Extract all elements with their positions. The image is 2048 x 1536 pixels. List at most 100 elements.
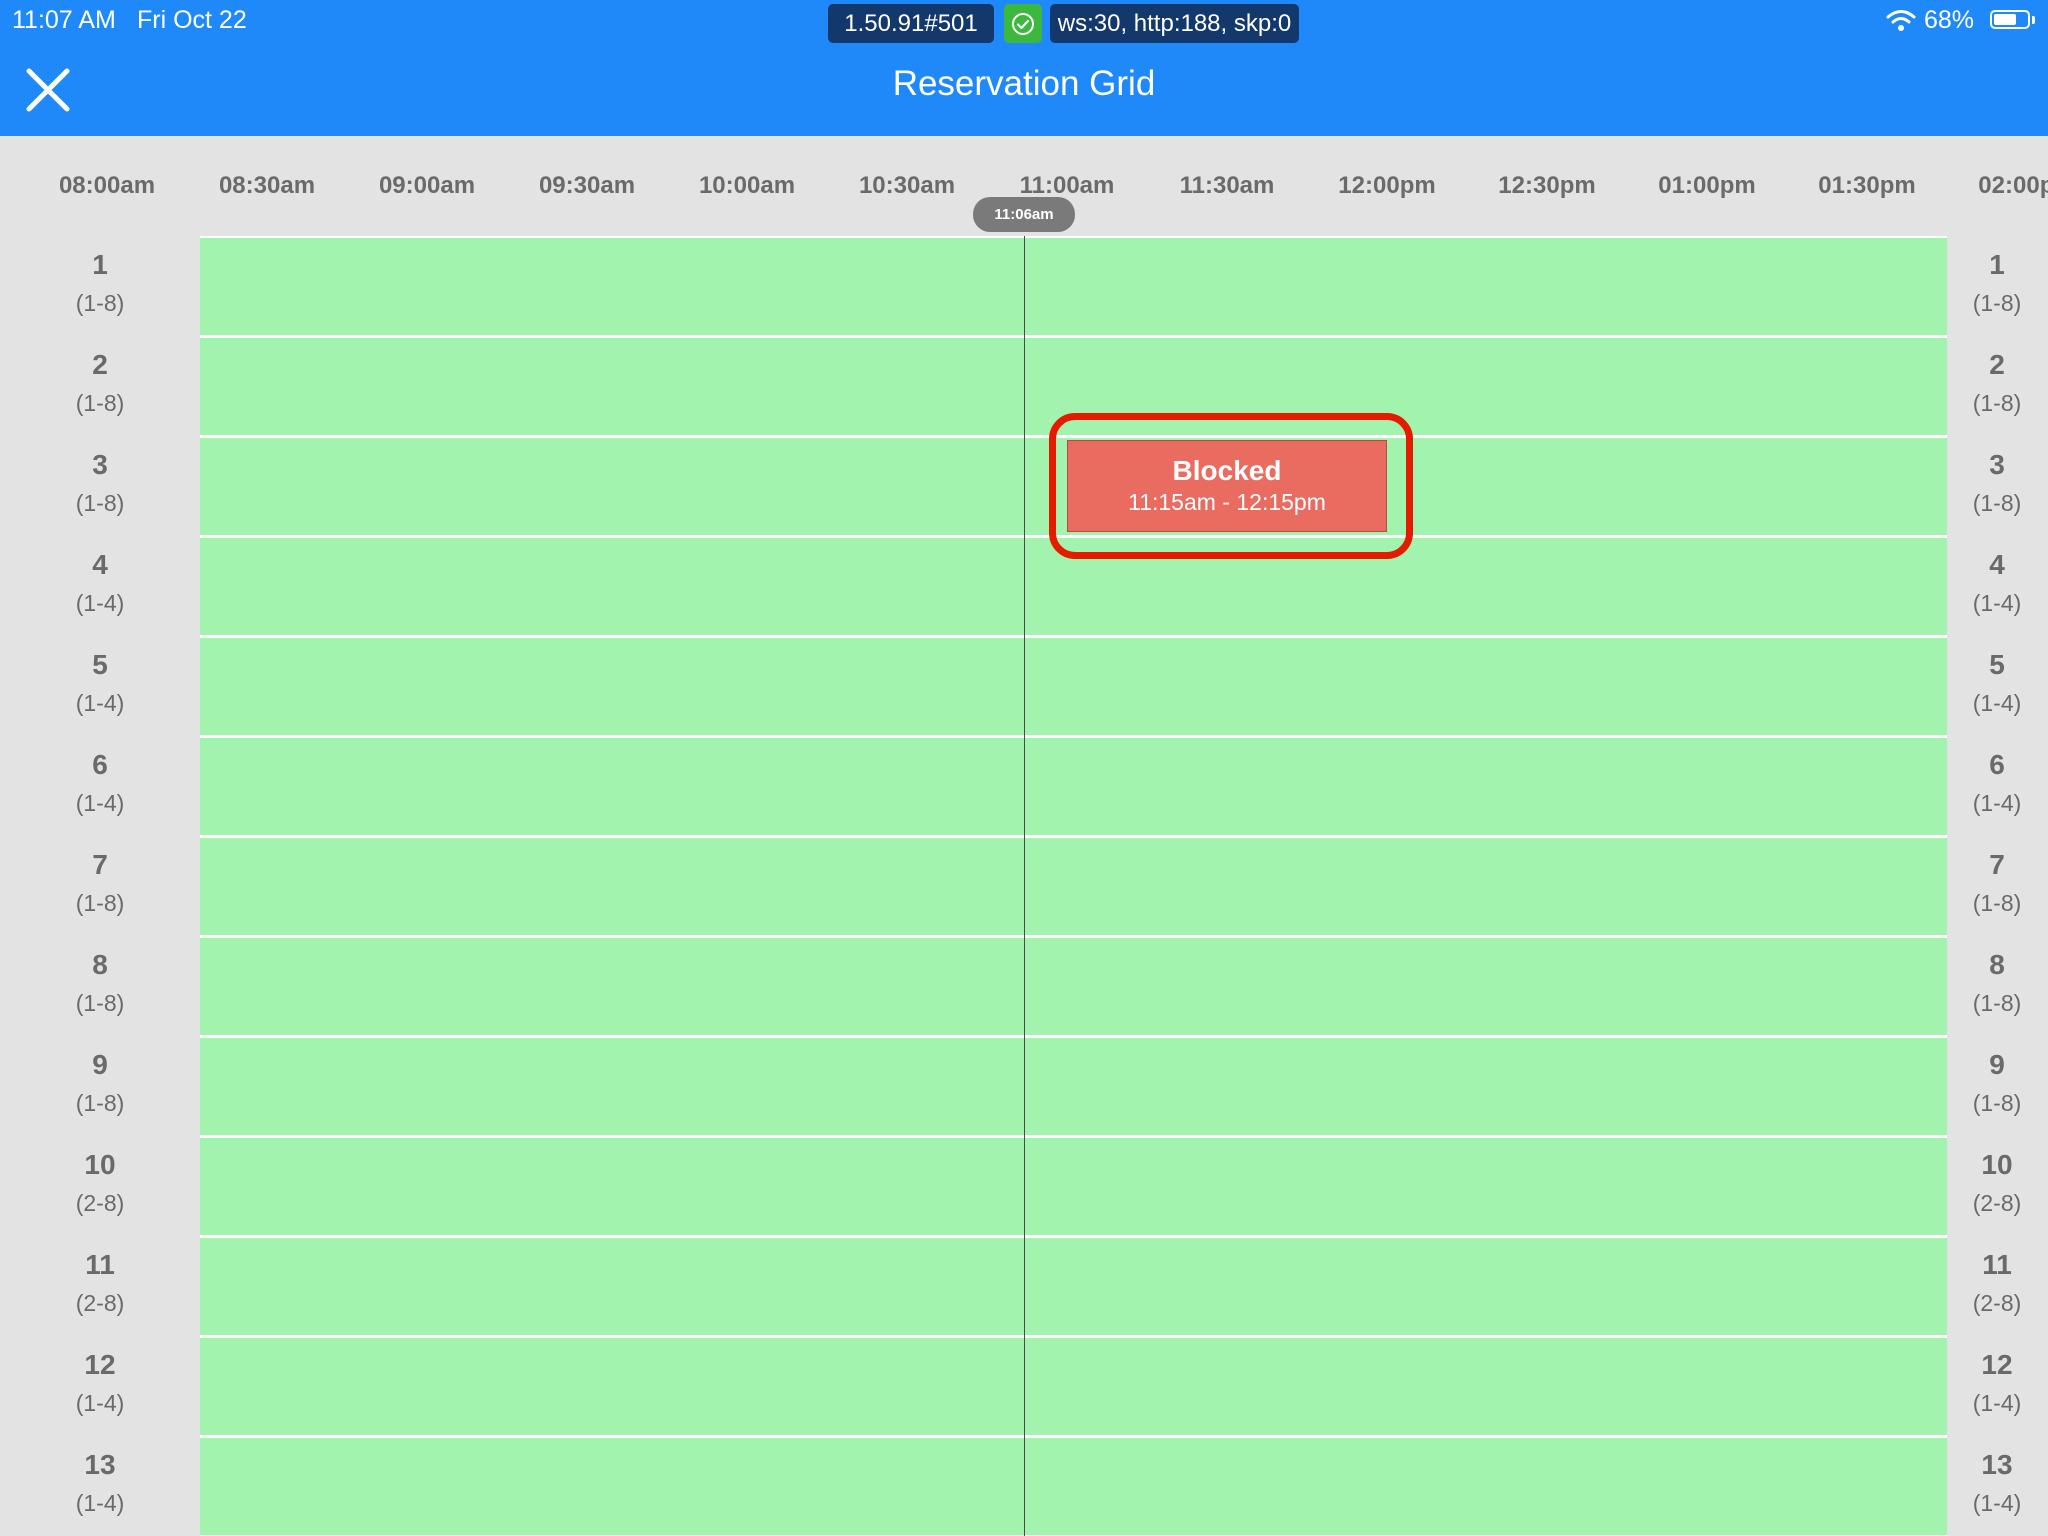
table-label-right: 10 (2-8)	[1946, 1136, 2048, 1217]
time-label: 12:00pm	[1338, 172, 1436, 199]
table-number: 10	[1981, 1149, 2013, 1180]
battery-tip	[2032, 16, 2035, 24]
table-capacity: (2-8)	[1972, 1190, 2022, 1216]
table-lane[interactable]	[200, 638, 1947, 735]
time-label: 08:30am	[218, 172, 316, 199]
table-number: 7	[92, 849, 108, 880]
table-capacity: (1-8)	[1972, 490, 2022, 516]
table-capacity: (2-8)	[75, 1190, 125, 1216]
table-number: 8	[1989, 949, 2005, 980]
table-capacity: (1-8)	[1972, 1090, 2022, 1116]
table-number: 4	[1989, 549, 2005, 580]
table-number: 2	[1989, 349, 2005, 380]
time-label: 12:30pm	[1498, 172, 1596, 199]
app-header: 11:07 AM Fri Oct 22 1.50.91#501 ws:30, h…	[0, 0, 2048, 136]
time-label: 08:00am	[58, 172, 156, 199]
table-label-right: 3 (1-8)	[1946, 436, 2048, 517]
table-number: 13	[84, 1449, 116, 1480]
table-label-right: 6 (1-4)	[1946, 736, 2048, 817]
table-number: 6	[1989, 749, 2005, 780]
table-capacity: (1-8)	[1972, 990, 2022, 1016]
table-label-left: 3 (1-8)	[0, 436, 200, 517]
time-label: 09:30am	[538, 172, 636, 199]
battery-percent: 68%	[1924, 6, 1975, 34]
table-label-right: 8 (1-8)	[1946, 936, 2048, 1017]
blocked-title: Blocked	[1172, 455, 1282, 486]
table-label-left: 11 (2-8)	[0, 1236, 200, 1317]
table-label-left: 1 (1-8)	[0, 236, 200, 317]
table-capacity: (1-8)	[75, 1090, 125, 1116]
table-label-right: 1 (1-8)	[1946, 236, 2048, 317]
table-number: 1	[92, 249, 108, 280]
table-capacity: (1-8)	[1972, 890, 2022, 916]
table-capacity: (1-4)	[75, 690, 125, 716]
blocked-reservation[interactable]: Blocked 11:15am - 12:15pm	[1067, 440, 1387, 532]
time-label: 02:00pm	[1978, 172, 2048, 199]
current-time-indicator: 11:06am	[973, 197, 1075, 232]
table-lane[interactable]	[200, 1238, 1947, 1335]
table-number: 9	[92, 1049, 108, 1080]
table-capacity: (1-4)	[75, 1490, 125, 1516]
time-label: 10:30am	[858, 172, 956, 199]
table-lane[interactable]	[200, 738, 1947, 835]
table-capacity: (1-4)	[1972, 590, 2022, 616]
table-number: 8	[92, 949, 108, 980]
table-capacity: (1-4)	[1972, 1490, 2022, 1516]
table-label-left: 8 (1-8)	[0, 936, 200, 1017]
table-number: 3	[1989, 449, 2005, 480]
table-number: 9	[1989, 1049, 2005, 1080]
table-label-left: 2 (1-8)	[0, 336, 200, 417]
table-capacity: (2-8)	[1972, 1290, 2022, 1316]
time-label: 11:00am	[1019, 172, 1115, 199]
table-capacity: (1-4)	[75, 1390, 125, 1416]
table-lane[interactable]	[200, 938, 1947, 1035]
table-capacity: (1-8)	[1972, 390, 2022, 416]
blocked-time-range: 11:15am - 12:15pm	[1128, 489, 1326, 515]
table-label-right: 11 (2-8)	[1946, 1236, 2048, 1317]
time-label: 01:00pm	[1658, 172, 1756, 199]
table-number: 11	[85, 1249, 115, 1280]
table-capacity: (1-8)	[75, 390, 125, 416]
current-time-line	[1024, 236, 1025, 1536]
table-capacity: (1-4)	[75, 790, 125, 816]
table-capacity: (1-4)	[1972, 1390, 2022, 1416]
table-label-right: 2 (1-8)	[1946, 336, 2048, 417]
battery-level-fill	[1994, 14, 2016, 25]
table-label-left: 4 (1-4)	[0, 536, 200, 617]
table-lane[interactable]	[200, 1438, 1947, 1535]
table-number: 11	[1982, 1249, 2012, 1280]
time-label: 11:30am	[1179, 172, 1275, 199]
time-label: 01:30pm	[1818, 172, 1916, 199]
table-label-right: 13 (1-4)	[1946, 1436, 2048, 1517]
table-label-right: 12 (1-4)	[1946, 1336, 2048, 1417]
table-label-left: 10 (2-8)	[0, 1136, 200, 1217]
table-number: 2	[92, 349, 108, 380]
table-label-right: 9 (1-8)	[1946, 1036, 2048, 1117]
connection-ok-icon	[1004, 4, 1042, 43]
table-lane[interactable]	[200, 1038, 1947, 1135]
table-number: 4	[92, 549, 108, 580]
time-label: 09:00am	[378, 172, 476, 199]
table-lane[interactable]	[200, 1138, 1947, 1235]
table-number: 3	[92, 449, 108, 480]
table-number: 5	[1989, 649, 2005, 680]
table-lane[interactable]	[200, 1338, 1947, 1435]
battery-icon	[1990, 10, 2030, 29]
debug-version-badge: 1.50.91#501	[828, 4, 994, 43]
table-label-left: 12 (1-4)	[0, 1336, 200, 1417]
table-capacity: (1-4)	[1972, 690, 2022, 716]
table-capacity: (1-8)	[1972, 290, 2022, 316]
table-lane[interactable]	[200, 238, 1947, 335]
table-label-left: 6 (1-4)	[0, 736, 200, 817]
table-number: 10	[84, 1149, 116, 1180]
table-capacity: (1-4)	[1972, 790, 2022, 816]
table-label-left: 13 (1-4)	[0, 1436, 200, 1517]
table-label-right: 5 (1-4)	[1946, 636, 2048, 717]
table-capacity: (1-8)	[75, 890, 125, 916]
wifi-icon	[1886, 10, 1916, 31]
time-label: 10:00am	[698, 172, 796, 199]
table-number: 12	[84, 1349, 116, 1380]
debug-stats-badge: ws:30, http:188, skp:0	[1050, 4, 1299, 43]
table-capacity: (1-8)	[75, 490, 125, 516]
table-lane[interactable]	[200, 838, 1947, 935]
